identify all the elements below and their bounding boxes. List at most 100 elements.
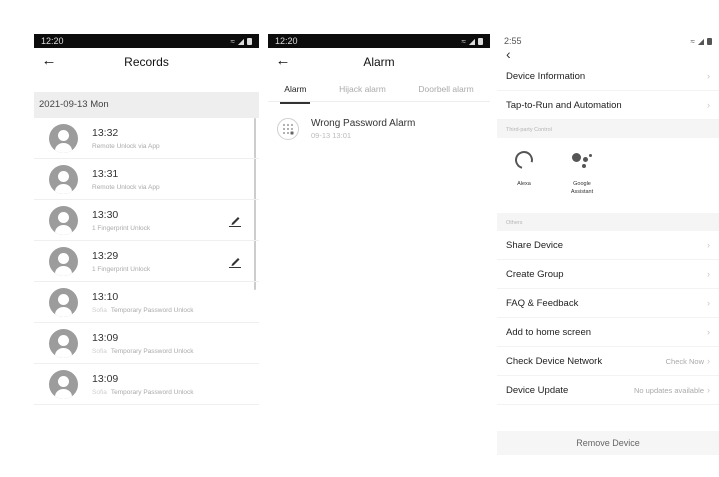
record-method-label: 1 Fingerprint Unlock	[92, 224, 151, 232]
record-row[interactable]: 13:29 1 Fingerprint Unlock	[34, 241, 259, 282]
status-time: 12:20	[41, 36, 64, 46]
settings-item[interactable]: FAQ & Feedback ›	[497, 289, 719, 318]
record-method: Remote Unlock via App	[92, 143, 160, 150]
record-method: Sofia Temporary Password Unlock	[92, 348, 194, 355]
remove-device-button[interactable]: Remove Device	[497, 431, 719, 455]
edit-pencil-icon[interactable]	[229, 214, 241, 227]
avatar	[49, 123, 78, 153]
status-time: 12:20	[275, 36, 298, 46]
alarm-navbar: ← Alarm	[268, 48, 490, 76]
record-row[interactable]: 13:09 Sofia Temporary Password Unlock	[34, 364, 259, 405]
record-time: 13:29	[92, 249, 119, 262]
third-party-header: Third-party Control	[497, 120, 719, 138]
settings-item[interactable]: Check Device Network Check Now ›	[497, 347, 719, 376]
record-row[interactable]: 13:32 Remote Unlock via App	[34, 118, 259, 159]
keypad-icon	[277, 118, 299, 140]
chevron-right-icon: ›	[707, 71, 710, 81]
record-method-label: Remote Unlock via App	[92, 183, 160, 191]
settings-item-label: Create Group	[506, 268, 564, 280]
alexa-icon	[511, 147, 537, 173]
record-row[interactable]: 13:30 1 Fingerprint Unlock	[34, 200, 259, 241]
battery-icon	[247, 37, 252, 45]
settings-item-label: Add to home screen	[506, 326, 592, 338]
alarm-title: Wrong Password Alarm	[311, 118, 416, 129]
page-title: Records	[124, 55, 169, 69]
settings-item[interactable]: Create Group ›	[497, 260, 719, 289]
record-method: Remote Unlock via App	[92, 184, 160, 191]
settings-item-value: No updates available	[633, 385, 704, 395]
record-method-label: Temporary Password Unlock	[110, 347, 194, 355]
record-method: 1 Fingerprint Unlock	[92, 266, 150, 273]
signal-icon: ◢	[697, 36, 704, 46]
chevron-right-icon: ›	[707, 356, 710, 366]
back-arrow-icon[interactable]: ←	[274, 52, 292, 70]
avatar	[49, 287, 78, 317]
settings-screen: 2:55 ≈ ◢ ‹ Device Information › Tap-to-R…	[497, 34, 719, 461]
record-time: 13:10	[92, 290, 119, 303]
tap-to-run-item[interactable]: Tap-to-Run and Automation ›	[497, 91, 719, 120]
record-method: Sofia Temporary Password Unlock	[92, 389, 194, 396]
chevron-right-icon: ›	[707, 240, 710, 250]
settings-item[interactable]: Add to home screen ›	[497, 318, 719, 347]
chevron-right-icon: ›	[707, 269, 710, 279]
others-header: Others	[497, 213, 719, 231]
status-bar: 12:20 ≈ ◢	[268, 34, 490, 48]
status-icons: ≈ ◢	[690, 37, 712, 46]
status-icons: ≈ ◢	[461, 37, 483, 46]
avatar	[49, 164, 78, 194]
settings-item-label: Device Update	[506, 384, 569, 396]
record-method-label: 1 Fingerprint Unlock	[92, 265, 151, 273]
tab-alarm[interactable]: Alarm	[280, 80, 311, 104]
record-row[interactable]: 13:09 Sofia Temporary Password Unlock	[34, 323, 259, 364]
record-user: Sofia	[92, 306, 107, 314]
record-method: Sofia Temporary Password Unlock	[92, 307, 194, 314]
records-navbar: ← Records	[34, 48, 259, 76]
alexa-button[interactable]: Alexa	[506, 147, 542, 203]
avatar	[49, 369, 78, 399]
record-time: 13:31	[92, 167, 119, 180]
settings-item[interactable]: Share Device ›	[497, 231, 719, 260]
records-list[interactable]: 13:32 Remote Unlock via App 13:31 Remote Un…	[34, 118, 259, 405]
third-party-row: Alexa Google Assistant	[497, 138, 719, 213]
battery-icon	[478, 37, 483, 45]
wifi-icon: ≈	[690, 36, 695, 46]
alexa-label: Alexa	[517, 181, 531, 187]
record-method: 1 Fingerprint Unlock	[92, 225, 150, 232]
avatar	[49, 328, 78, 358]
device-information-item[interactable]: Device Information ›	[497, 62, 719, 91]
google-assistant-icon	[570, 148, 594, 172]
alarm-date: 09-13 13:01	[311, 131, 352, 140]
back-arrow-icon[interactable]: ←	[40, 52, 58, 70]
record-method-label: Temporary Password Unlock	[110, 388, 194, 396]
settings-item-label: Check Device Network	[506, 355, 603, 367]
record-user: Sofia	[92, 347, 107, 355]
wifi-icon: ≈	[230, 36, 235, 46]
chevron-right-icon: ›	[707, 327, 710, 337]
record-time: 13:32	[92, 126, 119, 139]
record-row[interactable]: 13:31 Remote Unlock via App	[34, 159, 259, 200]
device-information-label: Device Information	[506, 70, 586, 82]
alarm-item[interactable]: Wrong Password Alarm 09-13 13:01	[268, 102, 490, 140]
record-method-label: Remote Unlock via App	[92, 142, 160, 150]
tab-hijack-alarm[interactable]: Hijack alarm	[337, 80, 388, 98]
record-row[interactable]: 13:10 Sofia Temporary Password Unlock	[34, 282, 259, 323]
page-title: Alarm	[363, 55, 395, 69]
avatar	[49, 205, 78, 235]
tap-to-run-label: Tap-to-Run and Automation	[506, 99, 622, 111]
records-screen: 12:20 ≈ ◢ ← Records 2021-09-13 Mon 13:32…	[34, 34, 259, 461]
tab-doorbell-alarm[interactable]: Doorbell alarm	[416, 80, 475, 98]
status-icons: ≈ ◢	[230, 37, 252, 46]
status-time: 2:55	[504, 36, 522, 46]
avatar	[49, 246, 78, 276]
settings-item[interactable]: Device Update No updates available ›	[497, 376, 719, 405]
record-time: 13:09	[92, 331, 119, 344]
edit-pencil-icon[interactable]	[229, 255, 241, 268]
google-assistant-button[interactable]: Google Assistant	[564, 148, 600, 203]
chevron-right-icon: ›	[707, 100, 710, 110]
signal-icon: ◢	[237, 36, 244, 46]
record-time: 13:09	[92, 372, 119, 385]
record-time: 13:30	[92, 208, 119, 221]
others-list: Share Device › Create Group › FAQ & Feedback…	[497, 231, 719, 405]
back-chevron-icon[interactable]: ‹	[497, 47, 719, 62]
alarm-screen: 12:20 ≈ ◢ ← Alarm Alarm Hijack alarm Doo…	[268, 34, 490, 461]
